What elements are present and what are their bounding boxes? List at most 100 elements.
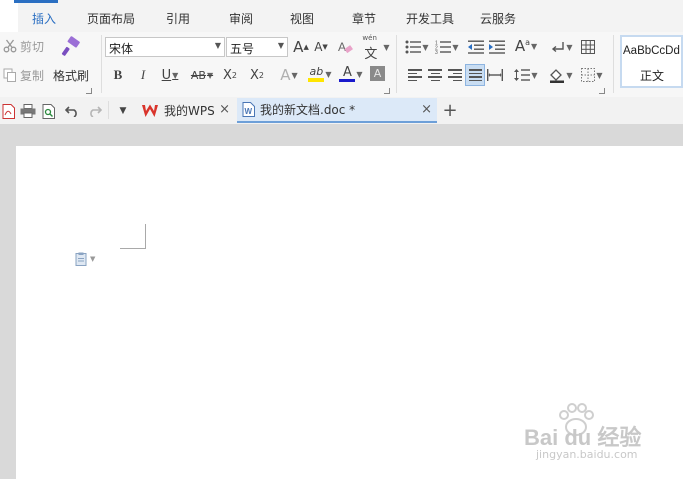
superscript-icon: X xyxy=(223,67,232,83)
font-launcher[interactable] xyxy=(384,88,390,94)
menu-tab-review[interactable]: 审阅 xyxy=(229,10,253,27)
cut-button[interactable]: 剪切 xyxy=(20,38,44,55)
bold-button[interactable]: B xyxy=(110,65,126,85)
menu-tab-view[interactable]: 视图 xyxy=(290,10,314,27)
borders-button[interactable]: ▼ xyxy=(579,65,605,85)
distributed-align-icon[interactable] xyxy=(486,65,504,85)
paragraph-mark-button[interactable]: ▼ xyxy=(549,37,575,57)
tab-my-wps[interactable]: 我的WPS × xyxy=(135,98,235,123)
shading-button[interactable]: ▼ xyxy=(547,65,575,85)
undo-icon[interactable] xyxy=(63,101,81,121)
document-page[interactable]: ▼ Bai du 经验 jingyan.baidu.com xyxy=(16,146,683,479)
style-gallery-normal[interactable]: AaBbCcDd 正文 xyxy=(620,35,683,88)
document-tab-bar: ▼ 我的WPS × W 我的新文档.doc * × + xyxy=(0,97,683,125)
table-icon[interactable] xyxy=(579,37,597,57)
tab-label: 我的WPS xyxy=(164,104,215,118)
decrease-font-icon: A xyxy=(314,40,323,54)
wps-logo-icon xyxy=(142,104,158,117)
bullet-list-icon xyxy=(405,40,422,54)
change-case-icon: Aa xyxy=(514,37,530,55)
char-shading-icon: A xyxy=(373,67,382,80)
paste-options-icon[interactable]: ▼ xyxy=(75,252,95,266)
tab-new-document[interactable]: W 我的新文档.doc * × xyxy=(237,98,437,123)
superscript-button[interactable]: X2 xyxy=(220,65,240,85)
export-pdf-icon[interactable] xyxy=(0,101,16,121)
text-effect-icon: A xyxy=(280,66,291,84)
chevron-down-icon: ▼ xyxy=(422,42,429,52)
chevron-down-icon: ▼ xyxy=(325,69,332,79)
highlight-icon: ab xyxy=(309,65,324,78)
text-effect-button[interactable]: A ▼ xyxy=(276,65,302,85)
pinyin-guide-button[interactable]: wén 文 ▼ xyxy=(361,34,391,62)
numbered-list-icon: 123 xyxy=(435,41,452,54)
margin-corner-mark xyxy=(120,224,146,249)
font-name-select[interactable]: 宋体 ▼ xyxy=(105,37,225,57)
line-spacing-button[interactable]: ▼ xyxy=(512,65,540,85)
chevron-down-icon: ▼ xyxy=(90,255,96,263)
chevron-down-icon: ▼ xyxy=(206,70,214,80)
separator xyxy=(101,35,102,93)
new-tab-button[interactable]: + xyxy=(441,99,459,121)
decrease-font-button[interactable]: A ▼ xyxy=(312,37,330,57)
font-color-icon: A xyxy=(342,65,352,80)
active-tab-highlight xyxy=(0,0,18,32)
chevron-down-icon: ▼ xyxy=(356,69,363,79)
chevron-down-icon: ▼ xyxy=(596,70,603,80)
ribbon-toolbar: 剪切 复制 格式刷 宋体 ▼ 五号 ▼ A ▲ A ▼ A wén 文 ▼ B I … xyxy=(0,32,683,98)
document-icon: W xyxy=(242,102,255,117)
char-shading-button[interactable]: A xyxy=(370,66,385,81)
paint-bucket-icon xyxy=(550,68,565,83)
increase-indent-icon[interactable] xyxy=(488,37,506,57)
plus-icon: + xyxy=(442,99,458,121)
change-case-button[interactable]: Aa ▼ xyxy=(512,36,540,56)
underline-button[interactable]: U ▼ xyxy=(158,65,182,85)
strikethrough-button[interactable]: AB ▼ xyxy=(188,65,216,85)
svg-text:A: A xyxy=(338,40,346,54)
print-icon[interactable] xyxy=(19,101,37,121)
italic-button[interactable]: I xyxy=(135,65,151,85)
increase-font-button[interactable]: A ▲ xyxy=(292,37,310,57)
chevron-down-icon: ▼ xyxy=(172,70,179,80)
menu-bar: 插入 页面布局 引用 审阅 视图 章节 开发工具 云服务 xyxy=(0,0,683,33)
align-justify-icon[interactable] xyxy=(465,64,485,86)
subscript-button[interactable]: X2 xyxy=(247,65,267,85)
paragraph-launcher[interactable] xyxy=(599,88,605,94)
close-icon[interactable]: × xyxy=(219,102,230,117)
paragraph-mark-icon xyxy=(552,42,565,53)
menu-tab-insert[interactable]: 插入 xyxy=(32,10,56,27)
menu-tab-page-layout[interactable]: 页面布局 xyxy=(87,10,135,27)
align-right-icon[interactable] xyxy=(446,65,464,85)
font-size-select[interactable]: 五号 ▼ xyxy=(226,37,288,57)
chevron-down-icon: ▼ xyxy=(566,42,573,52)
font-color-button[interactable]: A ▼ xyxy=(337,63,365,85)
clipboard-launcher[interactable] xyxy=(86,88,92,94)
format-painter-button[interactable]: 格式刷 xyxy=(53,67,89,84)
format-painter-icon[interactable] xyxy=(57,35,83,61)
font-size-value: 五号 xyxy=(230,42,255,56)
chevron-down-icon: ▼ xyxy=(383,42,390,52)
watermark-url: jingyan.baidu.com xyxy=(536,448,638,461)
decrease-indent-icon[interactable] xyxy=(467,37,485,57)
italic-icon: I xyxy=(140,67,146,82)
menu-tab-references[interactable]: 引用 xyxy=(166,10,190,27)
menu-tab-developer[interactable]: 开发工具 xyxy=(406,10,454,27)
font-color-bar xyxy=(339,79,356,82)
line-spacing-icon xyxy=(514,69,531,81)
close-icon[interactable]: × xyxy=(421,102,432,117)
bullet-list-button[interactable]: ▼ xyxy=(403,37,431,57)
align-left-icon[interactable] xyxy=(406,65,424,85)
highlight-button[interactable]: ab ▼ xyxy=(306,63,334,85)
align-center-icon[interactable] xyxy=(426,65,444,85)
menu-tab-cloud[interactable]: 云服务 xyxy=(480,10,516,27)
clear-format-icon[interactable]: A xyxy=(336,37,354,57)
menu-tab-chapter[interactable]: 章节 xyxy=(352,10,376,27)
scissors-icon[interactable] xyxy=(2,36,18,56)
copy-button[interactable]: 复制 xyxy=(20,67,44,84)
print-preview-icon[interactable] xyxy=(40,101,58,121)
underline-icon: U xyxy=(161,67,172,83)
copy-icon[interactable] xyxy=(2,65,18,85)
style-preview-text: AaBbCcDd xyxy=(623,45,680,57)
redo-icon[interactable] xyxy=(86,101,104,121)
numbered-list-button[interactable]: 123 ▼ xyxy=(433,37,461,57)
quick-access-dropdown-icon[interactable]: ▼ xyxy=(115,101,131,121)
